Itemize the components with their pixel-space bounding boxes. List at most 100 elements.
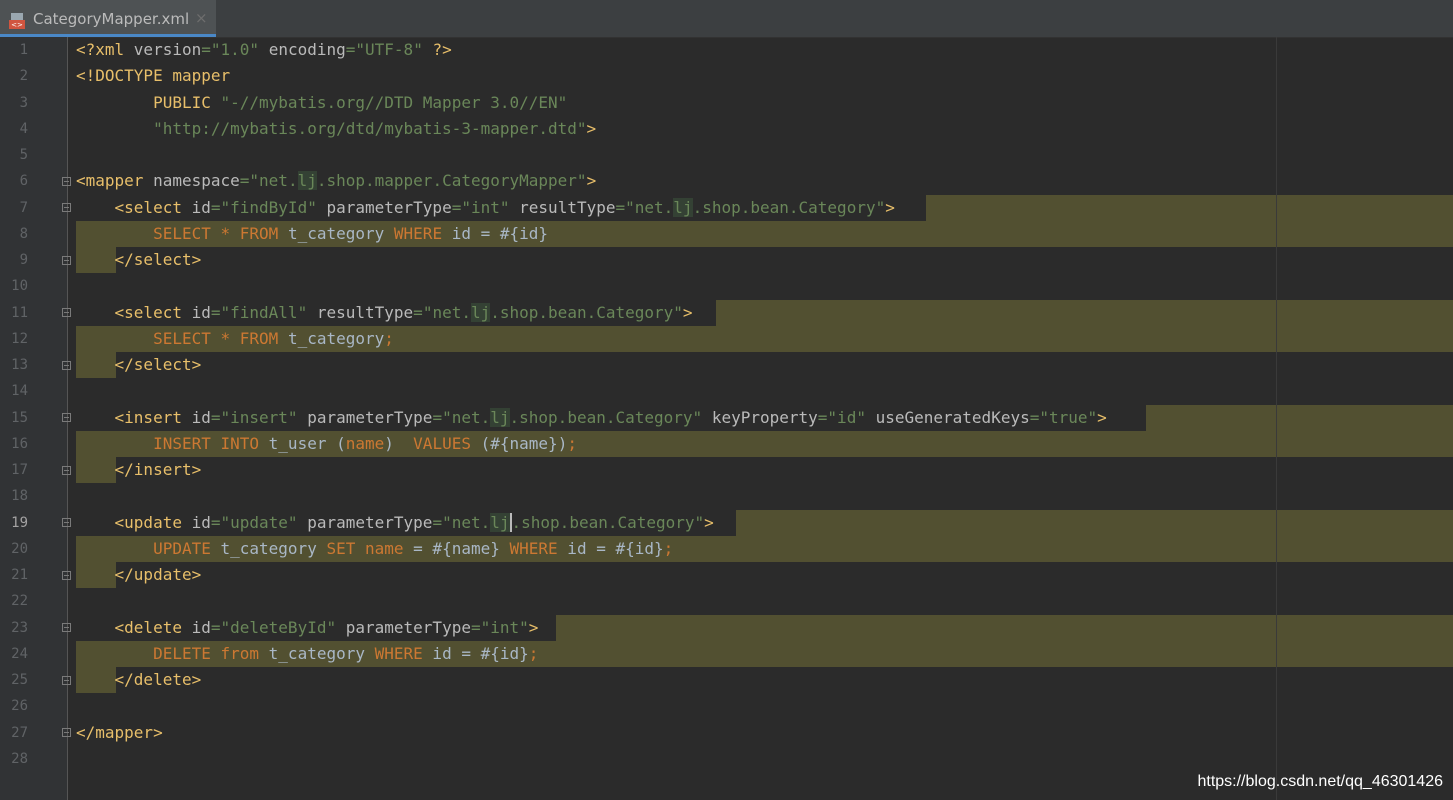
token: = [817,408,828,427]
token: namespace [153,171,240,190]
token: ; [528,644,539,663]
code-line-8: SELECT * FROM t_category WHERE id = #{id… [76,221,548,247]
token: "int" [461,198,510,217]
text-caret: .shop.bean.Category" [509,513,705,532]
line-number: 23 [11,620,28,636]
token: </insert> [76,460,202,479]
line-number-current: 19 [11,515,28,531]
token: > [682,303,693,322]
token: = [345,40,356,59]
token: resultType [519,198,616,217]
line-number: 10 [11,278,28,294]
token: SELECT [153,329,211,348]
token: lj [470,303,491,322]
token: UPDATE [153,539,211,558]
token: t_user [259,434,337,453]
line-number: 20 [11,541,28,557]
token: "net. [625,198,674,217]
token: = [470,618,481,637]
token: .shop.bean.Category" [509,408,703,427]
code-line-27: </mapper> [76,720,163,746]
token: id = #{id} [442,224,549,243]
token: .shop.bean.Category" [490,303,683,322]
code-line-1: <?xml version="1.0" encoding="UTF-8" ?> [76,37,452,63]
token: PUBLIC [76,93,221,112]
token: name [345,434,385,453]
token: <select [76,198,192,217]
token: lj [673,198,693,217]
token: ?> [422,40,452,59]
line-number: 9 [19,252,28,268]
line-number: 24 [11,646,28,662]
code-line-9: </select> [76,247,202,273]
token: </select> [76,355,202,374]
token: "UTF-8" [355,40,423,59]
token: "id" [827,408,866,427]
token: "deleteById" [220,618,337,637]
token: * [220,329,231,348]
token: "http://mybatis.org/dtd/mybatis-3-mapper… [153,119,587,138]
right-margin-guide [1276,37,1277,800]
code-line-3: PUBLIC "-//mybatis.org//DTD Mapper 3.0//… [76,90,567,116]
token: = #{name} [403,539,510,558]
code-line-11: <select id="findAll" resultType="net.lj.… [76,300,693,326]
token: lj [490,513,510,532]
token: "net. [442,513,491,532]
code-line-2: <!DOCTYPE mapper [76,63,230,89]
line-number: 17 [11,462,28,478]
token: keyProperty [711,408,818,427]
code-editor[interactable]: <?xml version="1.0" encoding="UTF-8" ?> … [68,37,1453,800]
tab-close-icon[interactable]: × [195,9,208,27]
line-number: 3 [19,95,28,111]
token: = [210,198,221,217]
token: = [201,40,211,59]
code-line-19: <update id="update" parameterType="net.l… [76,510,714,536]
code-line-7: <select id="findById" parameterType="int… [76,195,895,221]
token: INSERT INTO [153,434,260,453]
token: "true" [1039,408,1098,427]
token: #{name} [490,434,558,453]
token: ( [480,434,491,453]
injection-highlight [926,195,1453,221]
token: "net. [249,171,298,190]
token: "net. [442,408,491,427]
line-number: 16 [11,436,28,452]
line-number: 18 [11,488,28,504]
token: parameterType [307,513,433,532]
token: VALUES [413,434,471,453]
token: "insert" [220,408,298,427]
token: </mapper> [76,723,163,742]
token: "1.0" [210,40,260,59]
token: = [413,303,423,322]
token: <?xml [76,40,134,59]
line-number: 5 [19,147,28,163]
line-number: 25 [11,672,28,688]
token: DELETE [153,644,211,663]
token: id = #{id} [557,539,664,558]
line-number: 28 [11,751,28,767]
token: = [210,408,221,427]
token: <insert [76,408,192,427]
code-line-23: <delete id="deleteById" parameterType="i… [76,615,539,641]
token: FROM [239,224,279,243]
token: = [1029,408,1040,427]
token: "findById" [220,198,317,217]
token: ; [663,539,674,558]
token: "update" [220,513,298,532]
tab-categorymapper-xml[interactable]: <> CategoryMapper.xml × [0,0,216,37]
token: <select [76,303,192,322]
token: lj [490,408,510,427]
token: * [220,224,231,243]
token: id [191,408,211,427]
token: "findAll" [220,303,308,322]
